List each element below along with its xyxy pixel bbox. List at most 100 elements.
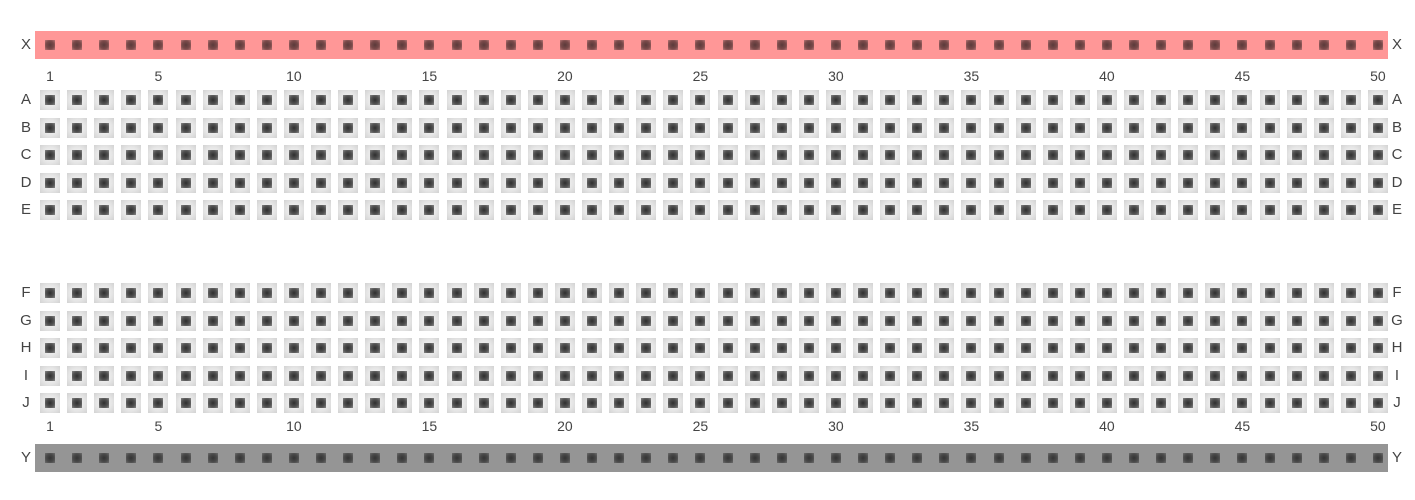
breadboard-hole xyxy=(1205,338,1226,358)
breadboard-hole xyxy=(934,145,955,165)
breadboard-hole xyxy=(500,338,521,358)
column-number-top: 25 xyxy=(692,68,709,84)
breadboard-hole xyxy=(880,283,901,303)
breadboard-hole xyxy=(338,172,359,193)
rail-x-hole xyxy=(1368,35,1388,55)
column-number-bottom: 45 xyxy=(1234,418,1251,434)
rail-label-right: Y xyxy=(1391,449,1402,466)
rail-y-hole xyxy=(1178,448,1198,468)
breadboard-hole xyxy=(582,172,602,193)
breadboard-hole xyxy=(40,283,60,303)
breadboard-hole xyxy=(473,90,494,110)
breadboard-hole xyxy=(473,283,494,303)
breadboard-hole xyxy=(636,393,657,413)
rail-x-hole xyxy=(772,35,792,55)
breadboard-hole xyxy=(554,310,575,331)
breadboard-hole xyxy=(663,310,684,331)
breadboard-hole xyxy=(311,338,331,358)
breadboard-hole xyxy=(1178,365,1199,386)
breadboard-hole xyxy=(988,393,1009,413)
rail-x-hole xyxy=(907,35,927,55)
rail-y-hole xyxy=(447,448,467,468)
breadboard-hole xyxy=(880,145,901,165)
breadboard-hole xyxy=(392,310,413,331)
breadboard-hole xyxy=(717,283,738,303)
breadboard-hole xyxy=(256,338,277,358)
breadboard-hole xyxy=(934,310,955,331)
column-number-bottom: 10 xyxy=(286,418,302,434)
breadboard-hole xyxy=(934,172,955,193)
rail-x-hole xyxy=(338,35,358,55)
breadboard-hole xyxy=(1259,145,1280,165)
breadboard-hole xyxy=(988,117,1009,138)
breadboard-hole xyxy=(934,200,955,220)
breadboard-hole xyxy=(609,90,630,110)
breadboard-hole xyxy=(121,338,142,358)
rail-y-hole xyxy=(1097,448,1117,468)
breadboard-hole xyxy=(1178,393,1199,413)
breadboard-hole xyxy=(1151,145,1172,165)
rail-y-hole xyxy=(40,448,60,468)
breadboard-hole xyxy=(1259,393,1280,413)
breadboard-hole xyxy=(744,117,765,138)
breadboard-hole xyxy=(121,117,142,138)
breadboard-hole xyxy=(907,338,928,358)
breadboard-hole xyxy=(311,172,331,193)
rail-y-hole xyxy=(853,448,873,468)
breadboard-hole xyxy=(663,90,684,110)
rail-x-hole xyxy=(961,35,981,55)
breadboard-hole xyxy=(1096,145,1117,165)
breadboard-hole xyxy=(121,172,142,193)
breadboard-hole xyxy=(582,310,602,331)
row-label-right: C xyxy=(1391,146,1403,163)
breadboard-hole xyxy=(744,283,765,303)
breadboard-hole xyxy=(663,365,684,386)
breadboard-hole xyxy=(1313,393,1334,413)
breadboard-hole xyxy=(880,172,901,193)
breadboard-hole xyxy=(853,200,873,220)
breadboard-hole xyxy=(1015,310,1036,331)
breadboard-hole xyxy=(40,338,60,358)
breadboard-hole xyxy=(825,117,846,138)
breadboard-hole xyxy=(690,393,711,413)
rail-y-hole xyxy=(1232,448,1252,468)
breadboard-hole xyxy=(148,90,169,110)
breadboard-hole xyxy=(744,172,765,193)
breadboard-hole xyxy=(1015,393,1036,413)
breadboard-hole xyxy=(67,200,88,220)
breadboard-hole xyxy=(663,200,684,220)
breadboard-hole xyxy=(609,117,630,138)
breadboard-hole xyxy=(202,393,223,413)
rail-y-hole xyxy=(392,448,412,468)
breadboard-hole xyxy=(636,365,657,386)
breadboard-hole xyxy=(988,365,1009,386)
column-number-top: 20 xyxy=(557,68,573,84)
breadboard-hole xyxy=(1340,338,1361,358)
breadboard-hole xyxy=(67,90,88,110)
breadboard-hole xyxy=(283,117,304,138)
breadboard-hole xyxy=(1340,90,1361,110)
breadboard-hole xyxy=(94,200,115,220)
column-number-top: 10 xyxy=(286,68,302,84)
rail-y-hole xyxy=(745,448,765,468)
breadboard-hole xyxy=(988,338,1009,358)
breadboard-hole xyxy=(1015,90,1036,110)
breadboard-hole xyxy=(67,393,88,413)
breadboard-hole xyxy=(1042,338,1063,358)
breadboard-hole xyxy=(94,145,115,165)
breadboard-hole xyxy=(1205,310,1226,331)
rail-x-hole xyxy=(311,35,331,55)
breadboard-hole xyxy=(67,310,88,331)
breadboard-hole xyxy=(825,338,846,358)
breadboard-hole xyxy=(94,117,115,138)
breadboard-hole xyxy=(1340,172,1361,193)
rail-y-hole xyxy=(284,448,304,468)
breadboard-hole xyxy=(825,310,846,331)
breadboard-hole xyxy=(825,90,846,110)
breadboard-hole xyxy=(609,310,630,331)
breadboard-hole xyxy=(609,172,630,193)
breadboard-hole xyxy=(446,283,467,303)
breadboard-hole xyxy=(338,393,359,413)
breadboard-hole xyxy=(961,117,982,138)
breadboard-hole xyxy=(690,283,711,303)
